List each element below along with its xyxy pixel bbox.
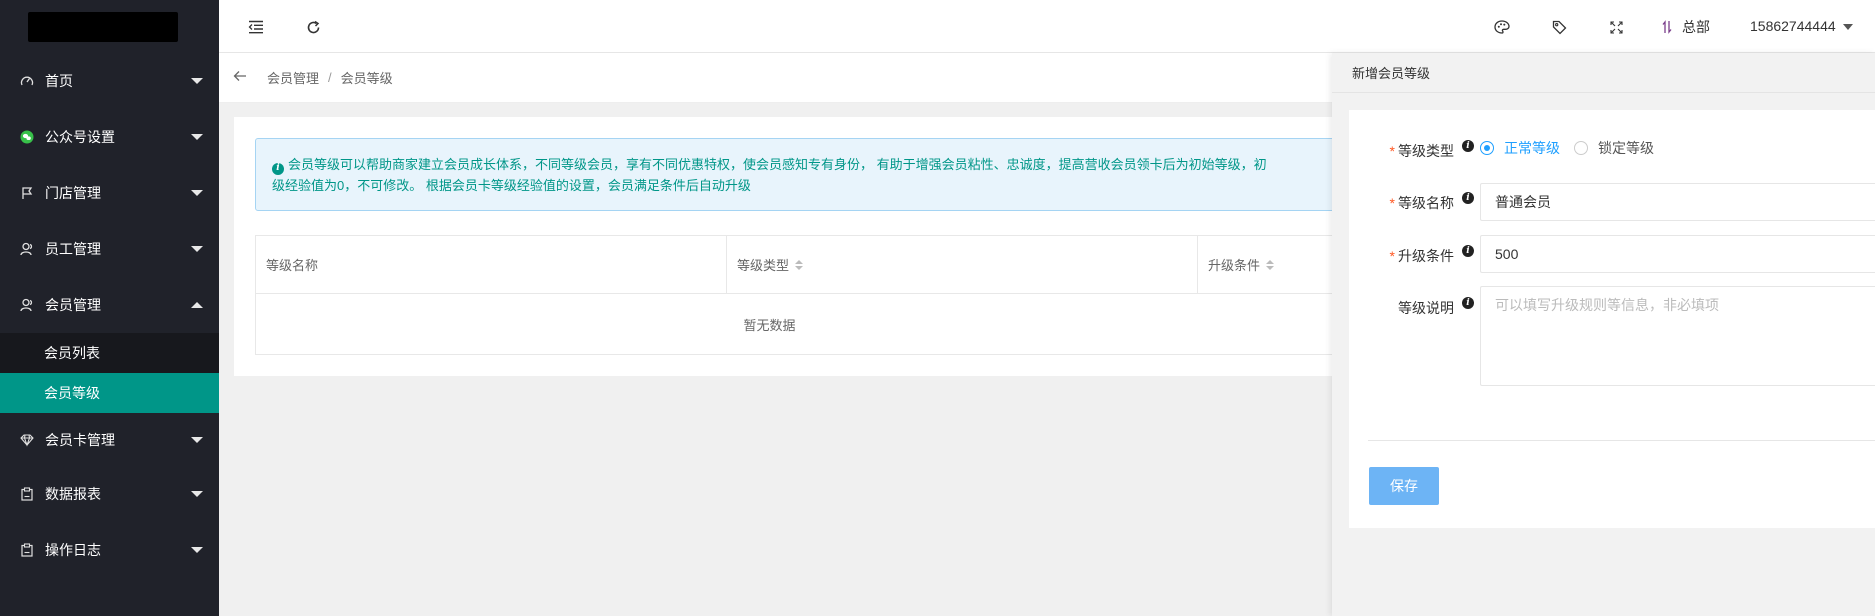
- sidebar-item-label: 会员管理: [45, 297, 101, 313]
- name-label: * 等级名称: [1389, 195, 1454, 211]
- sidebar-item-label: 会员卡管理: [45, 431, 115, 448]
- sidebar-item-label: 数据报表: [45, 486, 101, 502]
- user-account[interactable]: 15862744444: [1750, 18, 1836, 34]
- chevron-down-icon: [191, 436, 203, 443]
- diamond-icon: [18, 433, 36, 447]
- radio-locked-level[interactable]: 锁定等级: [1574, 138, 1654, 158]
- clipboard-icon: [18, 487, 36, 501]
- column-label: 等级名称: [266, 258, 319, 273]
- tag-icon[interactable]: [1549, 17, 1569, 37]
- upgrade-condition-input[interactable]: [1480, 235, 1875, 273]
- menu-fold-icon[interactable]: [246, 17, 266, 37]
- info-icon: i: [272, 162, 284, 175]
- sidebar-item-label: 公众号设置: [45, 129, 115, 145]
- radio-dot: [1480, 141, 1494, 155]
- info-icon[interactable]: i: [1462, 140, 1474, 152]
- back-arrow-icon[interactable]: [233, 70, 247, 85]
- description-label: 等级说明: [1398, 300, 1454, 316]
- store-name[interactable]: 总部: [1682, 17, 1710, 37]
- chevron-up-icon: [191, 302, 203, 308]
- logo-redacted: [28, 11, 178, 42]
- caret-down-icon[interactable]: [1843, 24, 1853, 30]
- level-name-input[interactable]: [1480, 183, 1875, 221]
- refresh-icon[interactable]: [303, 17, 323, 37]
- sidebar-item-label: 员工管理: [45, 241, 101, 257]
- description-textarea[interactable]: [1480, 286, 1875, 386]
- sidebar-item-wechat-settings[interactable]: 公众号设置: [0, 109, 219, 165]
- theme-palette-icon[interactable]: [1492, 17, 1512, 37]
- chevron-down-icon: [191, 190, 203, 196]
- info-icon[interactable]: i: [1462, 297, 1474, 309]
- sidebar-item-stores[interactable]: 门店管理: [0, 165, 219, 221]
- clipboard-icon: [18, 543, 36, 557]
- sidebar-subitem-member-list[interactable]: 会员列表: [0, 333, 219, 373]
- dashboard-icon: [18, 74, 36, 88]
- sidebar-subitem-label: 会员列表: [44, 345, 100, 361]
- add-level-drawer: 新增会员等级 *等级类型 i 正常等级 锁定等级 *等级名称 i *升级条件 i…: [1332, 53, 1875, 616]
- member-submenu: 会员列表 会员等级: [0, 333, 219, 413]
- column-label: 等级类型: [737, 258, 790, 273]
- flag-icon: [18, 186, 36, 200]
- chevron-down-icon: [191, 78, 203, 84]
- radio-dot: [1574, 141, 1588, 155]
- chevron-down-icon: [191, 547, 203, 553]
- user-icon: [18, 298, 36, 312]
- wechat-icon: [18, 130, 36, 144]
- sidebar-item-label: 操作日志: [45, 542, 101, 558]
- info-icon[interactable]: i: [1462, 192, 1474, 204]
- type-label: * 等级类型: [1389, 143, 1454, 159]
- top-header: 总部 15862744444: [219, 0, 1875, 53]
- sidebar-item-label: 首页: [45, 73, 73, 89]
- store-switch-icon[interactable]: [1661, 17, 1673, 37]
- chevron-down-icon: [191, 134, 203, 140]
- sidebar-item-reports[interactable]: 数据报表: [0, 466, 219, 522]
- save-button[interactable]: 保存: [1369, 467, 1439, 505]
- sidebar-item-staff[interactable]: 员工管理: [0, 221, 219, 277]
- column-header-level-type[interactable]: 等级类型: [727, 236, 1198, 293]
- drawer-title: 新增会员等级: [1332, 53, 1875, 93]
- column-header-level-name: 等级名称: [256, 236, 727, 293]
- tip-line-1: 会员等级可以帮助商家建立会员成长体系，不同等级会员，享有不同优惠特权，使会员感知…: [288, 157, 1267, 172]
- breadcrumb-parent[interactable]: 会员管理: [267, 68, 319, 87]
- sidebar-item-operation-log[interactable]: 操作日志: [0, 522, 219, 578]
- sort-icon[interactable]: [1266, 259, 1275, 270]
- form-divider: [1368, 440, 1875, 441]
- sort-icon[interactable]: [795, 259, 804, 270]
- add-level-form: *等级类型 i 正常等级 锁定等级 *等级名称 i *升级条件 i 等级说明 i…: [1349, 110, 1875, 528]
- fullscreen-icon[interactable]: [1606, 17, 1626, 37]
- sidebar-item-members[interactable]: 会员管理: [0, 277, 219, 333]
- sidebar-subitem-label: 会员等级: [44, 385, 100, 401]
- sidebar-item-label: 门店管理: [45, 185, 101, 201]
- logo: [0, 0, 219, 53]
- sidebar-item-member-cards[interactable]: 会员卡管理: [0, 413, 219, 466]
- chevron-down-icon: [191, 491, 203, 497]
- sidebar-item-home[interactable]: 首页: [0, 53, 219, 109]
- breadcrumb-current: 会员等级: [340, 71, 393, 86]
- user-icon: [18, 242, 36, 256]
- chevron-down-icon: [191, 246, 203, 252]
- sidebar: 首页 公众号设置 门店管理 员工管理 会员管理 会员列表 会员等级 会员卡管理 …: [0, 0, 219, 616]
- column-label: 升级条件: [1208, 258, 1261, 273]
- info-icon[interactable]: i: [1462, 245, 1474, 257]
- condition-label: * 升级条件: [1389, 248, 1454, 264]
- radio-normal-level[interactable]: 正常等级: [1480, 138, 1560, 158]
- sidebar-subitem-member-level[interactable]: 会员等级: [0, 373, 219, 413]
- breadcrumb-separator: /: [328, 70, 332, 85]
